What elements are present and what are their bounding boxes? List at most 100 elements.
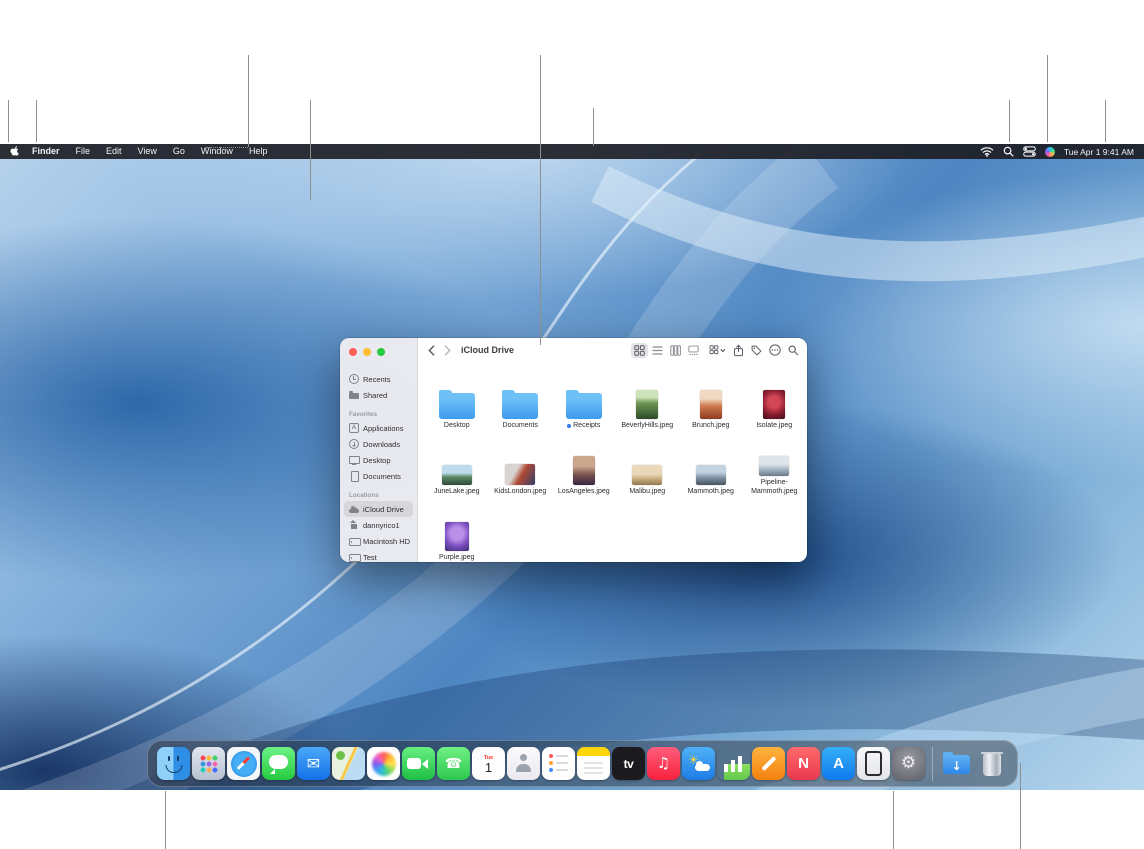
menu-bar-status: Tue Apr 1 9:41 AM (980, 146, 1134, 157)
list-view-button[interactable] (649, 343, 666, 358)
dock-app-icon[interactable] (192, 747, 225, 780)
dock-app-icon[interactable]: tv (612, 747, 645, 780)
dock-app-icon[interactable] (367, 747, 400, 780)
search-button[interactable] (788, 345, 799, 356)
icon-view-button[interactable] (631, 343, 648, 358)
dock-app-icon[interactable]: ↓ (940, 747, 973, 780)
minimize-button[interactable] (363, 348, 371, 356)
file-item[interactable]: Documents (489, 366, 553, 430)
menu-bar-item[interactable]: Finder (24, 144, 68, 159)
dock-app-icon[interactable] (402, 747, 435, 780)
control-center-icon[interactable] (1023, 146, 1036, 157)
dock-app-icon[interactable]: ⚙ (892, 747, 925, 780)
file-name: Brunch.jpeg (692, 422, 729, 430)
file-name-text: Mammoth.jpeg (688, 488, 734, 496)
sidebar-item[interactable]: Test (344, 549, 413, 562)
dock-app-icon[interactable] (227, 747, 260, 780)
app-icon (227, 747, 260, 780)
app-icon: ⚙ (892, 747, 925, 780)
file-name: Desktop (444, 422, 470, 430)
dock-app-icon[interactable]: ✉ (297, 747, 330, 780)
app-icon-glyph: tv (624, 758, 634, 770)
spotlight-icon[interactable] (1003, 146, 1014, 157)
wifi-icon[interactable] (980, 146, 994, 157)
dock-app-icon[interactable]: N (787, 747, 820, 780)
sidebar-item[interactable]: Locations (344, 489, 413, 501)
tags-button[interactable] (751, 345, 762, 356)
file-thumbnail (759, 456, 789, 476)
sidebar-item[interactable]: Documents (344, 468, 413, 484)
sidebar-item[interactable]: Downloads (344, 436, 413, 452)
zoom-button[interactable] (377, 348, 385, 356)
dock-app-icon[interactable]: ☀ (682, 747, 715, 780)
siri-icon[interactable] (1045, 147, 1055, 157)
sidebar-item[interactable]: iCloud Drive (344, 501, 413, 517)
menu-bar-clock[interactable]: Tue Apr 1 9:41 AM (1064, 147, 1134, 157)
app-icon: ☀ (682, 747, 715, 780)
column-view-button[interactable] (667, 343, 684, 358)
finder-content: iCloud Drive (418, 338, 807, 562)
file-item[interactable]: Receipts (552, 366, 616, 430)
sidebar-item[interactable]: Favorites (344, 408, 413, 420)
dock-app-icon[interactable] (262, 747, 295, 780)
sidebar-item[interactable]: Desktop (344, 452, 413, 468)
file-item[interactable]: Malibu.jpeg (616, 432, 680, 496)
dock-app-icon[interactable]: ♫ (647, 747, 680, 780)
menu-bar-item[interactable]: Edit (98, 144, 130, 159)
dock: ✉ (147, 740, 1018, 787)
menu-bar-item[interactable]: File (68, 144, 99, 159)
sidebar-item[interactable]: dannyrico1 (344, 517, 413, 533)
dock-app-icon[interactable]: ☎ (437, 747, 470, 780)
app-icon (192, 747, 225, 780)
dock-app-icon[interactable] (157, 747, 190, 780)
app-icon: Tue 1 (472, 747, 505, 780)
group-button[interactable] (709, 345, 726, 356)
file-item[interactable]: Desktop (425, 366, 489, 430)
dock-app-icon[interactable] (857, 747, 890, 780)
file-item[interactable]: BeverlyHills.jpeg (616, 366, 680, 430)
dock-app-icon[interactable] (577, 747, 610, 780)
file-item[interactable]: Isolate.jpeg (743, 366, 807, 430)
file-item[interactable]: Brunch.jpeg (679, 366, 743, 430)
back-button[interactable] (426, 345, 437, 356)
file-thumbnail (502, 393, 538, 419)
dock-app-icon[interactable] (717, 747, 750, 780)
gallery-view-button[interactable] (685, 343, 702, 358)
file-item[interactable]: LosAngeles.jpeg (552, 432, 616, 496)
dock-app-icon[interactable]: A (822, 747, 855, 780)
close-button[interactable] (349, 348, 357, 356)
sidebar-item[interactable]: Shared (344, 387, 413, 403)
callout-line-trash (1020, 763, 1021, 849)
dock-divider (932, 747, 933, 781)
sidebar-item[interactable]: Recents (344, 371, 413, 387)
callout-line-clock (1105, 100, 1106, 142)
file-name-text: Isolate.jpeg (756, 422, 792, 430)
sidebar-item[interactable]: Applications (344, 420, 413, 436)
file-item[interactable]: Mammoth.jpeg (679, 432, 743, 496)
file-name-text: Desktop (444, 422, 470, 430)
file-item[interactable]: KidsLondon.jpeg (489, 432, 553, 496)
menu-bar-item[interactable]: View (130, 144, 165, 159)
dock-app-icon[interactable] (975, 747, 1008, 780)
apple-menu[interactable] (10, 146, 20, 157)
file-item[interactable]: Purple.jpeg (425, 498, 489, 562)
file-item[interactable]: JuneLake.jpeg (425, 432, 489, 496)
forward-button[interactable] (442, 345, 453, 356)
dock-app-icon[interactable] (752, 747, 785, 780)
callout-line-app-menu (36, 100, 37, 142)
view-switcher (631, 343, 702, 358)
more-options-button[interactable] (769, 344, 781, 356)
dock-app-icon[interactable]: Tue 1 (472, 747, 505, 780)
dock-app-icon[interactable] (507, 747, 540, 780)
menu-bar-item[interactable]: Go (165, 144, 193, 159)
file-thumbnail (566, 393, 602, 419)
file-item[interactable]: Pipeline-Mammoth.jpeg (743, 432, 807, 496)
share-button[interactable] (733, 344, 744, 357)
file-name-text: Purple.jpeg (439, 554, 474, 562)
sidebar-item-label: Documents (363, 472, 401, 481)
sidebar-item[interactable]: Macintosh HD (344, 533, 413, 549)
dock-app-icon[interactable] (542, 747, 575, 780)
menu-bar: Finder File Edit View Go Window Help (0, 144, 1144, 159)
dock-app-icon[interactable] (332, 747, 365, 780)
file-name-text: LosAngeles.jpeg (558, 488, 610, 496)
